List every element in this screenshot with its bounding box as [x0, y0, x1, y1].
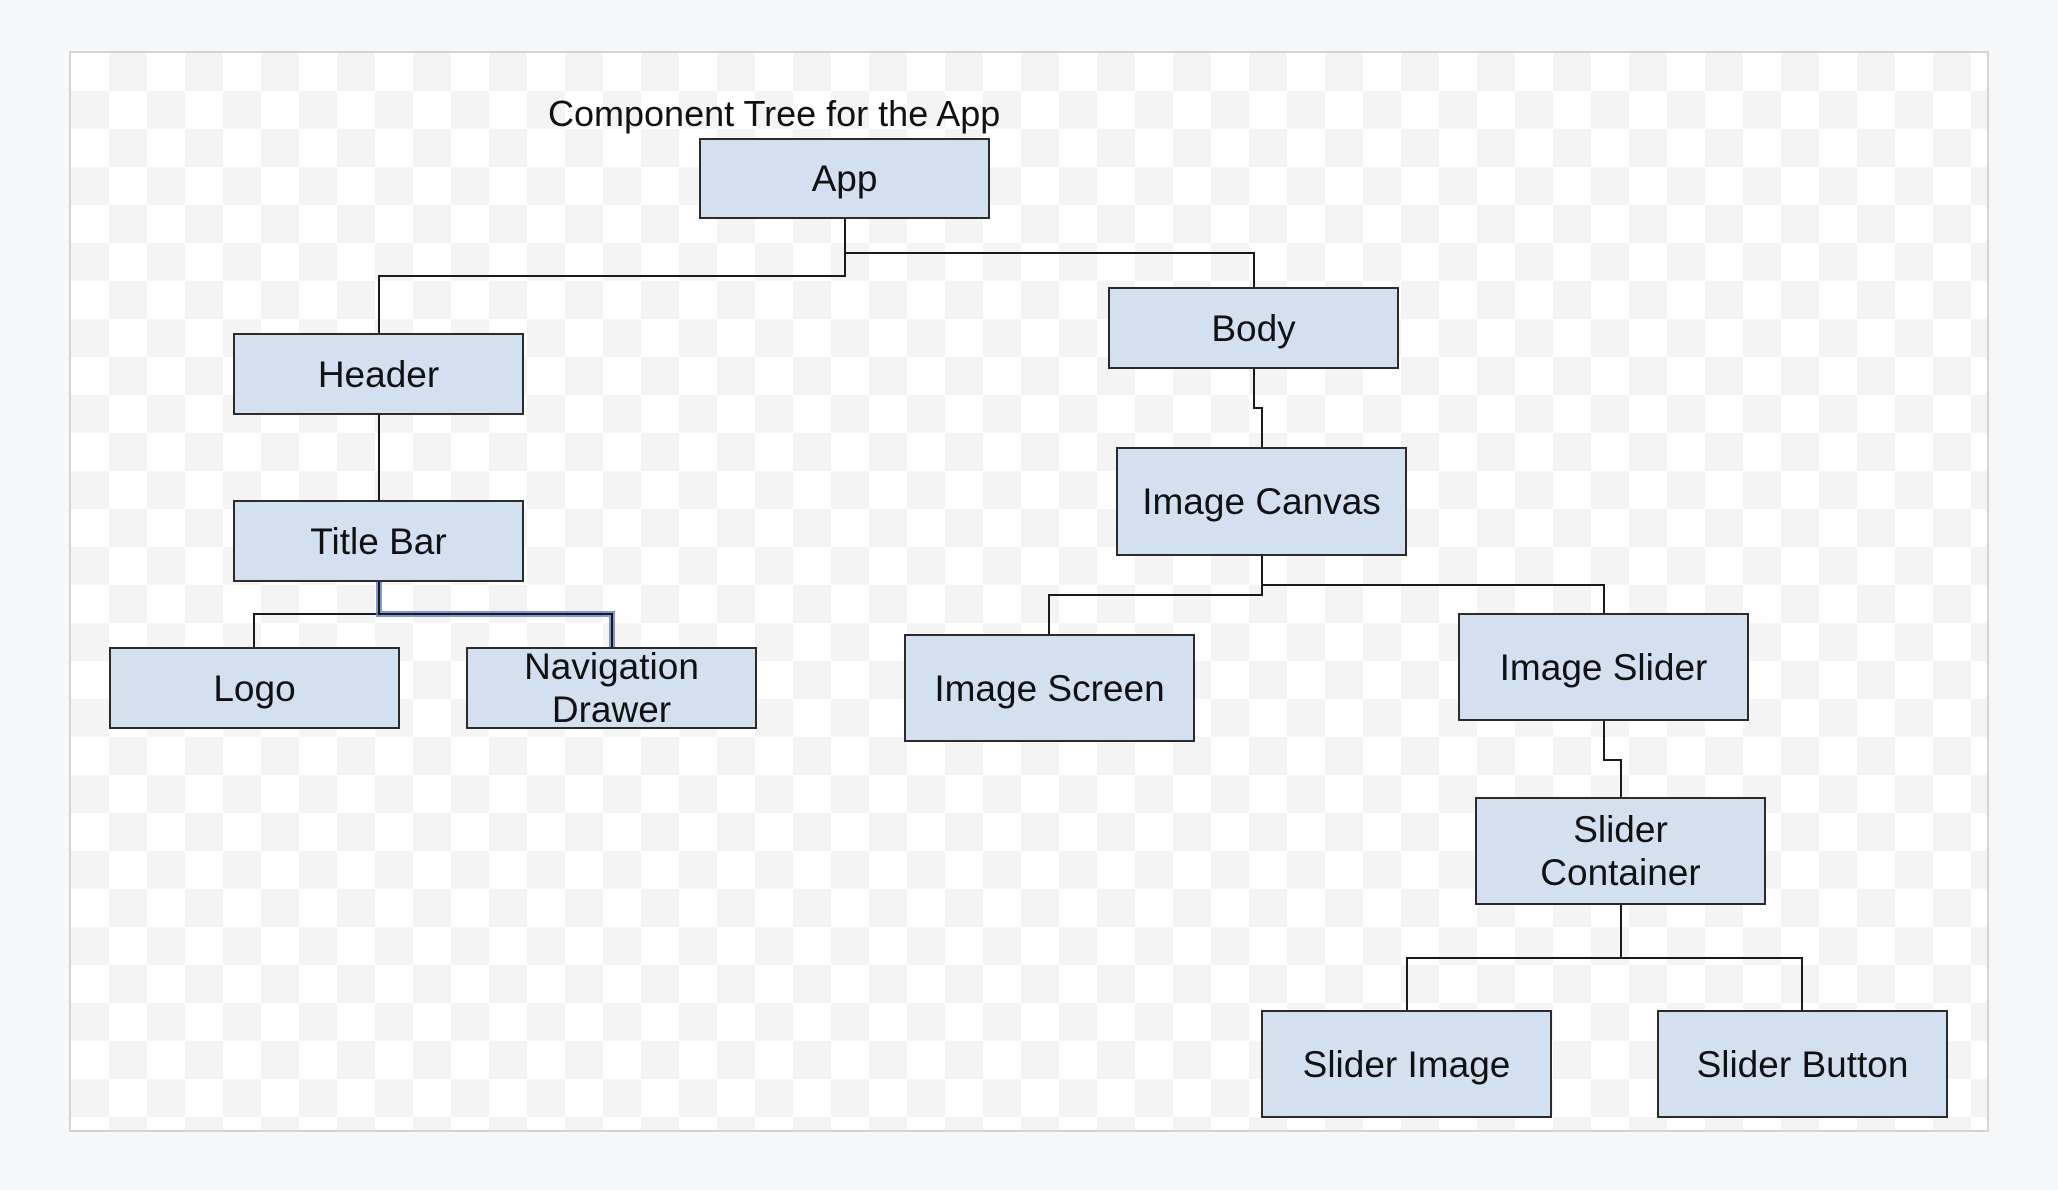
node-image-canvas[interactable]: Image Canvas: [1116, 447, 1407, 556]
connector-imagecanvas-imageslider: [1261, 556, 1605, 614]
connector-titlebar-logo: [253, 581, 380, 648]
node-slider-image[interactable]: Slider Image: [1261, 1010, 1552, 1118]
node-navigation-drawer[interactable]: Navigation Drawer: [466, 646, 757, 730]
connector-imagecanvas-imagescreen: [1048, 556, 1263, 635]
node-body[interactable]: Body: [1108, 287, 1399, 369]
node-app[interactable]: App: [699, 138, 990, 219]
connector-app-header: [378, 218, 846, 334]
node-image-screen[interactable]: Image Screen: [904, 634, 1195, 742]
node-title-bar[interactable]: Title Bar: [233, 500, 524, 582]
node-slider-container[interactable]: Slider Container: [1475, 797, 1766, 905]
node-image-slider[interactable]: Image Slider: [1458, 613, 1749, 721]
connector-imageslider-slidercontainer: [1603, 721, 1622, 798]
connector-app-body: [844, 218, 1255, 288]
connector-body-imagecanvas: [1253, 368, 1263, 448]
node-header[interactable]: Header: [233, 333, 524, 415]
node-slider-button[interactable]: Slider Button: [1657, 1010, 1948, 1118]
diagram-title: Component Tree for the App: [548, 93, 1001, 134]
connector-slidercontainer-sliderimage: [1406, 905, 1622, 1011]
node-logo[interactable]: Logo: [109, 647, 400, 729]
connector-slidercontainer-sliderbutton: [1620, 905, 1803, 1011]
diagram-stage: Component Tree for the App App Header Bo…: [0, 0, 2058, 1190]
connector-titlebar-navdrawer: [378, 581, 613, 648]
